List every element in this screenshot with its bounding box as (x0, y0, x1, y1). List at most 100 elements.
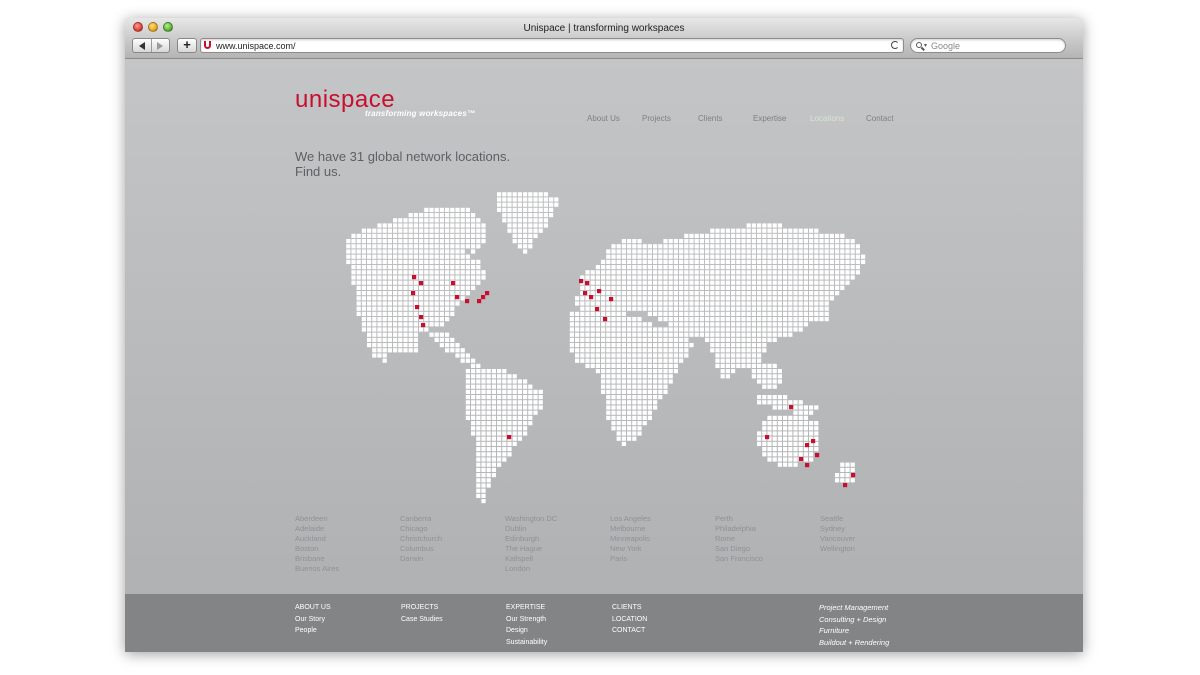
map-dot (632, 296, 637, 301)
office-marker[interactable] (843, 483, 848, 488)
office-marker[interactable] (465, 299, 470, 304)
office-marker[interactable] (419, 315, 424, 320)
city-link[interactable]: Edinburgh (505, 534, 610, 544)
search-field[interactable]: ▾ Google (910, 38, 1066, 53)
city-link[interactable]: Seattle (820, 514, 925, 524)
map-dot (798, 285, 803, 290)
city-link[interactable]: Minneapolis (610, 534, 715, 544)
city-link[interactable]: Dublin (505, 524, 610, 534)
office-marker[interactable] (589, 295, 594, 300)
city-link[interactable]: Columbus (400, 544, 505, 554)
office-marker[interactable] (811, 439, 816, 444)
map-dot (746, 259, 751, 264)
city-link[interactable]: Perth (715, 514, 820, 524)
add-bookmark-button[interactable]: + (177, 38, 197, 53)
city-link[interactable]: Sydney (820, 524, 925, 534)
city-link[interactable]: Canberra (400, 514, 505, 524)
city-link[interactable]: Aberdeen (295, 514, 400, 524)
city-link[interactable]: Chicago (400, 524, 505, 534)
city-link[interactable]: San Francisco (715, 554, 820, 564)
office-marker[interactable] (585, 281, 590, 286)
footer-our-story-link[interactable]: Our Story (295, 614, 331, 626)
office-marker[interactable] (851, 473, 856, 478)
office-marker[interactable] (579, 279, 584, 284)
map-dot (450, 296, 455, 301)
city-link[interactable]: San Diego (715, 544, 820, 554)
office-marker[interactable] (805, 463, 810, 468)
office-marker[interactable] (481, 295, 486, 300)
city-link[interactable]: Darwin (400, 554, 505, 564)
office-marker[interactable] (419, 281, 424, 286)
office-marker[interactable] (603, 317, 608, 322)
office-marker[interactable] (595, 307, 600, 312)
map-dot (621, 265, 626, 270)
office-marker[interactable] (485, 291, 490, 296)
footer-contact-link[interactable]: CONTACT (612, 625, 647, 637)
map-dot (788, 275, 793, 280)
office-marker[interactable] (415, 305, 420, 310)
map-dot (705, 244, 710, 249)
office-marker[interactable] (789, 405, 794, 410)
footer-location-link[interactable]: LOCATION (612, 614, 647, 626)
map-dot (616, 249, 621, 254)
map-dot (606, 369, 611, 374)
map-dot (705, 259, 710, 264)
city-link[interactable]: Boston (295, 544, 400, 554)
office-marker[interactable] (805, 443, 810, 448)
city-link[interactable]: Auckland (295, 534, 400, 544)
address-bar[interactable]: www.unispace.com/ (200, 38, 904, 53)
office-marker[interactable] (799, 457, 804, 462)
footer-case-studies-link[interactable]: Case Studies (401, 614, 443, 626)
city-link[interactable]: Washington DC (505, 514, 610, 524)
office-marker[interactable] (455, 295, 460, 300)
map-dot (850, 270, 855, 275)
city-link[interactable]: Buenos Aires (295, 564, 400, 574)
city-link[interactable]: Paris (610, 554, 715, 564)
map-dot (476, 244, 481, 249)
office-marker[interactable] (477, 299, 482, 304)
footer-people-link[interactable]: People (295, 625, 331, 637)
office-marker[interactable] (421, 323, 426, 328)
city-link[interactable]: Melbourne (610, 524, 715, 534)
back-button[interactable] (133, 39, 151, 52)
city-link[interactable]: Philadelphia (715, 524, 820, 534)
url-text[interactable]: www.unispace.com/ (216, 40, 296, 52)
city-link[interactable]: Wellington (820, 544, 925, 554)
office-marker[interactable] (411, 291, 416, 296)
footer-design-link[interactable]: Design (506, 625, 547, 637)
city-link[interactable]: The Hague (505, 544, 610, 554)
city-link[interactable]: Vancouver (820, 534, 925, 544)
city-link[interactable]: London (505, 564, 610, 574)
city-link[interactable]: Rome (715, 534, 820, 544)
map-dot (491, 405, 496, 410)
footer-about-us-link[interactable]: ABOUT US (295, 602, 331, 614)
office-marker[interactable] (583, 291, 588, 296)
city-link[interactable]: New York (610, 544, 715, 554)
office-marker[interactable] (765, 435, 770, 440)
office-marker[interactable] (597, 289, 602, 294)
office-marker[interactable] (412, 275, 417, 280)
city-link[interactable]: Los Angeles (610, 514, 715, 524)
reload-icon[interactable] (891, 41, 899, 49)
city-link[interactable]: Brisbane (295, 554, 400, 564)
map-dot (497, 197, 502, 202)
office-marker[interactable] (451, 281, 456, 286)
city-link[interactable]: Christchurch (400, 534, 505, 544)
footer-expertise-link[interactable]: EXPERTISE (506, 602, 547, 614)
map-dot (798, 259, 803, 264)
office-marker[interactable] (815, 453, 820, 458)
footer-projects-link[interactable]: PROJECTS (401, 602, 443, 614)
map-dot (627, 353, 632, 358)
map-dot (601, 285, 606, 290)
office-marker[interactable] (609, 297, 614, 302)
office-marker[interactable] (507, 435, 512, 440)
map-dot (517, 207, 522, 212)
footer-our-strength-link[interactable]: Our Strength (506, 614, 547, 626)
search-menu-icon[interactable]: ▾ (924, 41, 927, 51)
footer-sustainability-link[interactable]: Sustainability (506, 637, 547, 649)
city-link[interactable]: Adelaide (295, 524, 400, 534)
footer-clients-link[interactable]: CLIENTS (612, 602, 647, 614)
city-link[interactable]: Kallspell (505, 554, 610, 564)
map-dot (497, 207, 502, 212)
forward-button[interactable] (150, 39, 170, 52)
